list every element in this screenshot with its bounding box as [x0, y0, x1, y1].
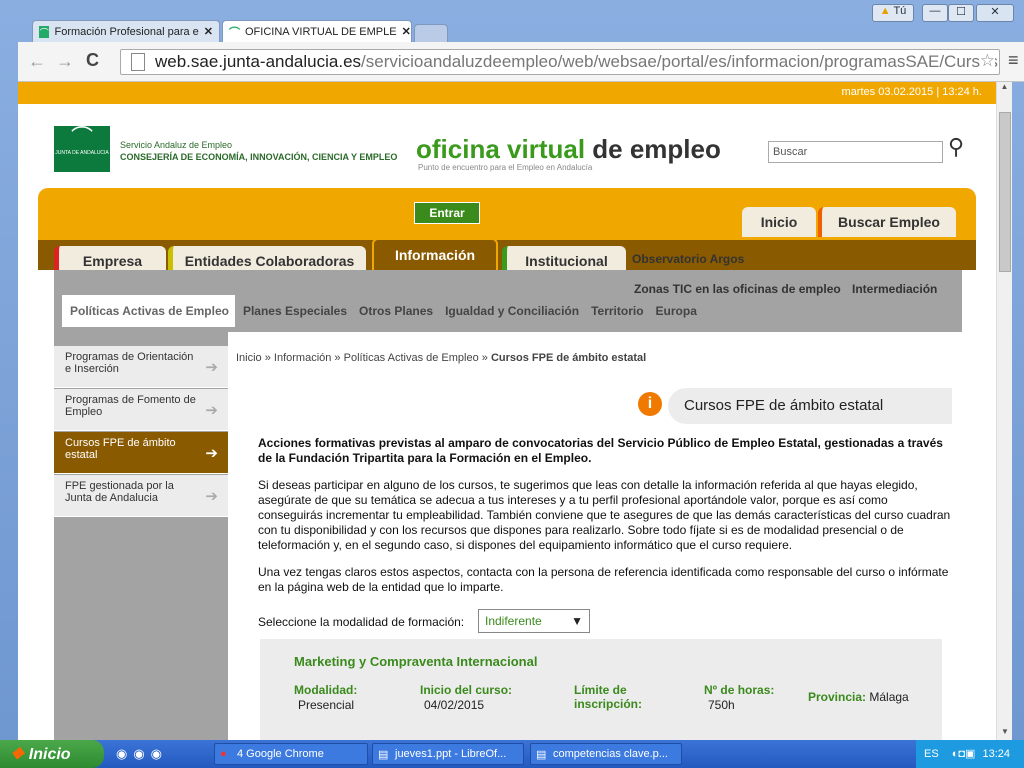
- search-input[interactable]: Buscar: [768, 141, 943, 163]
- wifi-icon: ⌒: [39, 25, 50, 38]
- intermediacion-link[interactable]: Intermediación: [852, 282, 937, 296]
- subnav-territorio[interactable]: Territorio: [591, 304, 643, 318]
- sidebar-item-orientacion[interactable]: Programas de Orientación e Inserción ➔: [54, 346, 228, 388]
- minimize-button[interactable]: —: [922, 4, 948, 22]
- page-scrollbar[interactable]: ▲ ▼: [996, 82, 1012, 740]
- user-badge[interactable]: ▲ Tú: [872, 4, 914, 22]
- menu-icon[interactable]: ≡: [1008, 50, 1019, 71]
- paragraph-1: Si deseas participar en alguno de los cu…: [258, 478, 951, 552]
- back-icon[interactable]: ←: [28, 51, 46, 72]
- horas-value: 750h: [708, 698, 735, 712]
- address-bar[interactable]: web.sae.junta-andalucia.es/servicioandal…: [120, 49, 1000, 75]
- intro-text: Acciones formativas previstas al amparo …: [258, 436, 943, 465]
- entrar-button[interactable]: Entrar: [414, 202, 480, 224]
- inicio-value: 04/02/2015: [424, 698, 485, 712]
- inicio-label: Inicio del curso:: [420, 683, 513, 697]
- language-indicator[interactable]: ES: [924, 748, 939, 760]
- web-page: martes 03.02.2015 | 13:24 h. ⌒ JUNTA DE …: [18, 82, 996, 740]
- site-tagline: Punto de encuentro para el Empleo en And…: [418, 163, 593, 172]
- subnav-igualdad[interactable]: Igualdad y Conciliación: [445, 304, 579, 318]
- start-button[interactable]: ❖ Inicio: [0, 740, 104, 768]
- date-text: martes 03.02.2015 | 13:24 h.: [841, 86, 982, 98]
- arrow-right-icon: ➔: [205, 445, 218, 462]
- org-line2: CONSEJERÍA DE ECONOMÍA, INNOVACIÓN, CIEN…: [120, 152, 398, 162]
- new-tab-button[interactable]: [414, 24, 448, 42]
- close-tab-icon[interactable]: ✕: [402, 25, 411, 38]
- page-title: Cursos FPE de ámbito estatal: [668, 388, 952, 424]
- course-title[interactable]: Marketing y Compraventa Internacional: [294, 654, 537, 669]
- subnav-planes[interactable]: Planes Especiales: [243, 304, 347, 318]
- scroll-thumb[interactable]: [999, 112, 1011, 272]
- document-icon: ▤: [378, 749, 389, 761]
- scroll-down-icon[interactable]: ▼: [997, 727, 1013, 736]
- arch-icon: ⌒: [70, 125, 93, 150]
- quicklaunch-icons[interactable]: ◉◉◉: [116, 746, 168, 762]
- sidebar-item-fomento[interactable]: Programas de Fomento de Empleo ➔: [54, 389, 228, 431]
- modalidad-select[interactable]: Indiferente ▼: [478, 609, 590, 633]
- tab-formacion[interactable]: ⌒ Formación Profesional para e ✕: [32, 20, 220, 42]
- inicio-tab[interactable]: Inicio: [742, 207, 816, 237]
- subnav-europa[interactable]: Europa: [656, 304, 697, 318]
- modalidad-label: Modalidad:: [294, 683, 358, 697]
- zonas-link[interactable]: Zonas TIC en las oficinas de empleo: [634, 282, 841, 296]
- sidebar-item-fpe-junta[interactable]: FPE gestionada por la Junta de Andalucia…: [54, 475, 228, 517]
- chrome-icon: ●: [220, 748, 227, 760]
- course-card: Marketing y Compraventa Internacional Mo…: [260, 639, 942, 740]
- taskbar-competencias[interactable]: ▤ competencias clave.p...: [530, 743, 682, 765]
- modalidad-value: Presencial: [298, 698, 355, 712]
- breadcrumb: Inicio » Información » Políticas Activas…: [236, 352, 647, 364]
- subnav-politicas[interactable]: Políticas Activas de Empleo: [62, 295, 235, 327]
- windows-flag-icon: ❖: [10, 746, 25, 763]
- document-icon: ▤: [536, 749, 547, 761]
- browser-window: ▲ Tú — ☐ ✕ ⌒ Formación Profesional para …: [0, 0, 1024, 740]
- subnav: Políticas Activas de Empleo Planes Especi…: [62, 295, 962, 334]
- arrow-right-icon: ➔: [205, 359, 218, 376]
- dropdown-arrow-icon: ▼: [571, 614, 583, 628]
- forward-icon[interactable]: →: [56, 51, 74, 72]
- junta-logo: ⌒ JUNTA DE ANDALUCIA: [54, 126, 110, 172]
- horas-label: Nº de horas:: [704, 683, 775, 697]
- date-strip: martes 03.02.2015 | 13:24 h.: [18, 82, 996, 104]
- scroll-up-icon[interactable]: ▲: [997, 82, 1012, 91]
- select-label: Seleccione la modalidad de formación:: [258, 615, 465, 629]
- clock: 13:24: [982, 748, 1011, 760]
- paragraph-2: Una vez tengas claros estos aspectos, co…: [258, 565, 949, 594]
- taskbar-chrome[interactable]: ● 4 Google Chrome: [214, 743, 368, 765]
- info-icon: i: [638, 392, 662, 416]
- reload-icon[interactable]: C: [86, 50, 99, 71]
- system-tray: ES ◐◘▣ 13:24: [916, 740, 1024, 768]
- sidebar: Programas de Orientación e Inserción ➔ Pr…: [54, 332, 228, 740]
- breadcrumb-current: Cursos FPE de ámbito estatal: [490, 352, 647, 364]
- star-icon[interactable]: ☆: [979, 51, 995, 71]
- wifi-icon: ⌒: [229, 26, 240, 39]
- taskbar-ppt[interactable]: ▤ jueves1.ppt - LibreOf...: [372, 743, 524, 765]
- sidebar-item-cursos-fpe[interactable]: Cursos FPE de ámbito estatal ➔: [54, 432, 228, 474]
- site-brand: oficina virtual de empleo: [416, 134, 721, 164]
- close-tab-icon[interactable]: ✕: [204, 25, 213, 38]
- limite-label: Límite de inscripción:: [574, 683, 643, 711]
- buscar-empleo-tab[interactable]: Buscar Empleo: [818, 207, 956, 237]
- org-line1: Servicio Andaluz de Empleo: [120, 140, 233, 150]
- tab-oficina[interactable]: ⌒ OFICINA VIRTUAL DE EMPLE ✕: [222, 20, 412, 42]
- page-icon: [131, 53, 145, 71]
- arrow-right-icon: ➔: [205, 488, 218, 505]
- browser-toolbar: ← → C web.sae.junta-andalucia.es/servici…: [18, 42, 1024, 82]
- tray-icons[interactable]: ◐◘▣: [952, 748, 976, 760]
- provincia: Provincia: Málaga: [808, 690, 909, 704]
- subnav-otros[interactable]: Otros Planes: [359, 304, 433, 318]
- close-window-button[interactable]: ✕: [976, 4, 1014, 22]
- taskbar: ❖ Inicio ◉◉◉ ● 4 Google Chrome ▤ jueves1.p…: [0, 740, 1024, 768]
- arrow-right-icon: ➔: [205, 402, 218, 419]
- maximize-button[interactable]: ☐: [948, 4, 974, 22]
- search-icon[interactable]: ⚲: [948, 134, 964, 160]
- observatorio-link[interactable]: Observatorio Argos: [632, 252, 744, 266]
